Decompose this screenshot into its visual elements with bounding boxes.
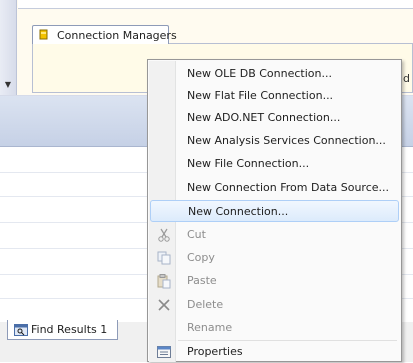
menu-item-copy[interactable]: Copy bbox=[150, 247, 399, 269]
menu-item-label: Cut bbox=[187, 228, 206, 241]
menu-item-label: New Analysis Services Connection... bbox=[187, 134, 386, 147]
menu-item-label: Delete bbox=[187, 298, 224, 311]
menu-item-new-flat-file-connection[interactable]: New Flat File Connection... bbox=[150, 85, 399, 107]
delete-x-icon bbox=[158, 299, 170, 311]
menu-item-cut[interactable]: Cut bbox=[150, 224, 399, 246]
tab-connection-managers[interactable]: Connection Managers bbox=[32, 25, 177, 44]
copy-icon bbox=[157, 251, 171, 265]
menu-item-new-file-connection[interactable]: New File Connection... bbox=[150, 153, 399, 175]
menu-item-new-connection-from-data-source[interactable]: New Connection From Data Source... bbox=[150, 177, 399, 199]
tab-find-results[interactable]: Find Results 1 bbox=[7, 320, 118, 340]
menu-item-label: New Flat File Connection... bbox=[187, 89, 334, 102]
menu-item-label: New ADO.NET Connection... bbox=[187, 111, 341, 124]
paste-icon bbox=[157, 274, 171, 289]
context-menu: New OLE DB Connection... New Flat File C… bbox=[147, 59, 402, 362]
menu-item-new-analysis-services-connection[interactable]: New Analysis Services Connection... bbox=[150, 130, 399, 152]
tab-label: Connection Managers bbox=[57, 29, 177, 42]
menu-item-delete[interactable]: Delete bbox=[150, 294, 399, 316]
menu-item-label: Copy bbox=[187, 251, 215, 264]
find-results-icon bbox=[14, 324, 28, 336]
menu-item-label: New File Connection... bbox=[187, 157, 310, 170]
menu-item-label: Rename bbox=[187, 321, 233, 334]
menu-item-label: New OLE DB Connection... bbox=[187, 67, 332, 80]
menu-item-label: Properties bbox=[187, 345, 243, 358]
menu-item-rename[interactable]: Rename bbox=[150, 317, 399, 339]
properties-icon bbox=[157, 346, 171, 358]
menu-item-new-oledb-connection[interactable]: New OLE DB Connection... bbox=[150, 63, 399, 85]
connection-manager-icon bbox=[39, 29, 48, 40]
menu-item-label: New Connection From Data Source... bbox=[187, 181, 390, 194]
menu-item-label: New Connection... bbox=[188, 205, 289, 218]
menu-item-paste[interactable]: Paste bbox=[150, 270, 399, 292]
scissors-icon bbox=[158, 228, 170, 242]
tab-label: Find Results 1 bbox=[31, 323, 108, 336]
designer-top-border bbox=[18, 0, 413, 9]
menu-item-label: Paste bbox=[187, 274, 217, 287]
menu-item-new-connection[interactable]: New Connection... bbox=[150, 200, 399, 222]
scroll-down-arrow-icon[interactable]: ▼ bbox=[3, 80, 13, 90]
menu-item-new-adonet-connection[interactable]: New ADO.NET Connection... bbox=[150, 107, 399, 129]
menu-item-properties[interactable]: Properties bbox=[150, 341, 399, 363]
